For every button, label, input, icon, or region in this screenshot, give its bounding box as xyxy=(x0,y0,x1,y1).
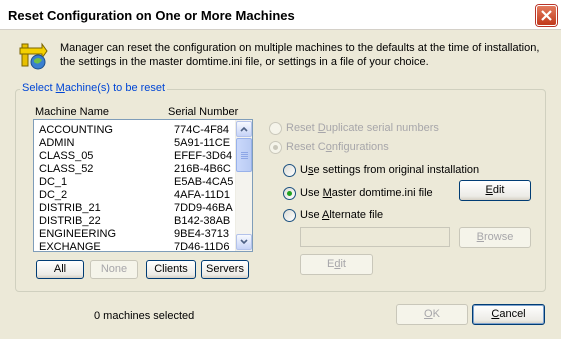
scroll-up-button[interactable] xyxy=(236,121,252,137)
serial-number: B142-38AB xyxy=(174,215,231,227)
list-item[interactable]: CLASS_52 216B-4B6C xyxy=(38,163,234,176)
column-header-machine-name: Machine Name xyxy=(35,106,109,118)
machine-name: CLASS_52 xyxy=(39,163,94,175)
serial-number: 7DD9-46BA xyxy=(174,202,233,214)
radio-dot xyxy=(273,145,278,150)
reset-config-icon xyxy=(19,42,48,70)
close-button[interactable] xyxy=(536,5,557,26)
select-servers-button[interactable]: Servers xyxy=(201,260,249,279)
machine-name: ENGINEERING xyxy=(39,228,117,240)
intro-text: Manager can reset the configuration on m… xyxy=(60,42,540,68)
radio-button[interactable] xyxy=(283,187,296,200)
machine-name: DISTRIB_21 xyxy=(39,202,101,214)
close-x-icon xyxy=(541,10,552,21)
reset-config-dialog: Reset Configuration on One or More Machi… xyxy=(0,0,561,339)
list-item[interactable]: CLASS_05 EFEF-3D64 xyxy=(38,150,234,163)
grip-line xyxy=(241,152,248,153)
group-title-pre: Select xyxy=(22,82,56,94)
window-title: Reset Configuration on One or More Machi… xyxy=(8,8,295,23)
serial-number: 216B-4B6C xyxy=(174,163,231,175)
machine-name: DISTRIB_22 xyxy=(39,215,101,227)
scroll-thumb[interactable] xyxy=(236,138,252,172)
radio-button[interactable] xyxy=(283,209,296,222)
group-title: Select Machine(s) to be reset xyxy=(20,82,168,94)
serial-number: EFEF-3D64 xyxy=(174,150,233,162)
serial-number: 7D46-11D6 xyxy=(174,241,230,252)
chevron-down-icon xyxy=(240,239,248,245)
list-item[interactable]: DISTRIB_21 7DD9-46BA xyxy=(38,202,234,215)
machine-list[interactable]: ACCOUNTING 774C-4F84 ADMIN 5A91-11CE CLASS… xyxy=(33,119,253,252)
radio-button[interactable] xyxy=(283,164,296,177)
select-all-button[interactable]: All xyxy=(36,260,84,279)
selection-status: 0 machines selected xyxy=(94,310,195,322)
edit-alternate-button[interactable]: Edit xyxy=(300,254,373,275)
serial-number: 5A91-11CE xyxy=(174,137,231,149)
grip-line xyxy=(241,154,248,155)
serial-number: 9BE4-3713 xyxy=(174,228,230,240)
select-none-button[interactable]: None xyxy=(90,260,138,279)
radio-label: Reset Configurations xyxy=(286,141,389,153)
title-bar: Reset Configuration on One or More Machi… xyxy=(0,0,561,30)
scroll-down-button[interactable] xyxy=(236,234,252,250)
radio-label: Reset Duplicate serial numbers xyxy=(286,122,439,134)
cancel-button[interactable]: Cancel xyxy=(472,304,545,325)
list-item[interactable]: DC_2 4AFA-11D1 xyxy=(38,189,234,202)
machine-name: EXCHANGE xyxy=(39,241,101,252)
group-title-post: achine(s) to be reset xyxy=(64,82,166,94)
browse-button[interactable]: Browse xyxy=(459,227,531,248)
radio-label: Use Alternate file xyxy=(300,209,384,221)
list-item[interactable]: DC_1 E5AB-4CA5 xyxy=(38,176,234,189)
list-item[interactable]: ACCOUNTING 774C-4F84 xyxy=(38,124,234,137)
serial-number: 4AFA-11D1 xyxy=(174,189,231,201)
machine-name: ACCOUNTING xyxy=(39,124,113,136)
machine-name: DC_1 xyxy=(39,176,68,188)
radio-dot xyxy=(287,191,292,196)
serial-number: E5AB-4CA5 xyxy=(174,176,234,188)
select-clients-button[interactable]: Clients xyxy=(146,260,196,279)
radio-button[interactable] xyxy=(269,122,282,135)
grip-line xyxy=(241,158,248,159)
grip-line xyxy=(241,156,248,157)
ok-button[interactable]: OK xyxy=(396,304,468,325)
radio-label: Use settings from original installation xyxy=(300,164,480,176)
group-title-mnemonic: M xyxy=(55,82,65,94)
list-item[interactable]: ENGINEERING 9BE4-3713 xyxy=(38,228,234,241)
machine-name: ADMIN xyxy=(39,137,75,149)
radio-label: Use Master domtime.ini file xyxy=(300,187,433,199)
column-header-serial-number: Serial Number xyxy=(168,106,239,118)
serial-number: 774C-4F84 xyxy=(174,124,230,136)
radio-button[interactable] xyxy=(269,141,282,154)
list-scrollbar[interactable] xyxy=(235,120,252,251)
alternate-file-field[interactable] xyxy=(300,227,450,247)
list-item[interactable]: EXCHANGE 7D46-11D6 xyxy=(38,241,234,252)
list-item[interactable]: ADMIN 5A91-11CE xyxy=(38,137,234,150)
machine-name: DC_2 xyxy=(39,189,68,201)
chevron-up-icon xyxy=(240,126,248,132)
machine-name: CLASS_05 xyxy=(39,150,94,162)
list-item[interactable]: DISTRIB_22 B142-38AB xyxy=(38,215,234,228)
edit-master-button[interactable]: Edit xyxy=(459,180,531,201)
